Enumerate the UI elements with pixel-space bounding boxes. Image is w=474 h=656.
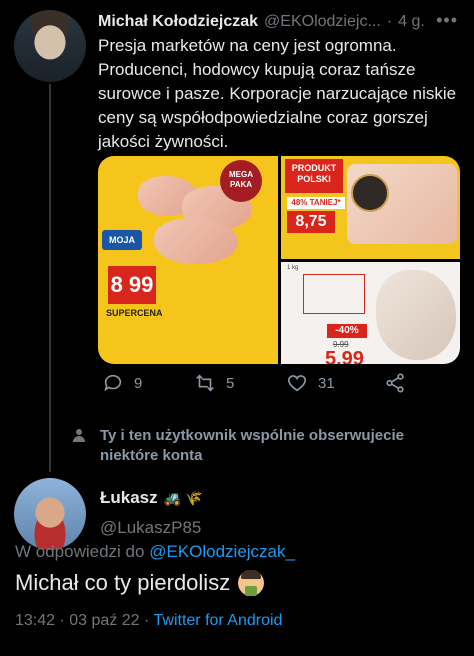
reply-text: Michał co ty pierdolisz	[15, 570, 231, 595]
reply-author-avatar[interactable]	[14, 478, 86, 550]
replying-to-handle[interactable]: @EKOlodziejczak_	[149, 542, 295, 561]
share-button[interactable]	[384, 372, 406, 394]
social-context: Ty i ten użytkownik wspólnie obserwujeci…	[100, 427, 404, 464]
reply-time[interactable]: 13:42	[15, 612, 55, 629]
tweet-text: Presja marketów na ceny jest ogromna. Pr…	[98, 36, 457, 151]
tweet-header: Michał Kołodziejczak @EKOlodziejc... · 4…	[98, 13, 425, 31]
like-count: 31	[318, 374, 335, 392]
chicken-fillet	[154, 218, 238, 264]
discount-tag: 48% TANIEJ*	[287, 197, 345, 209]
weight-label: 1 kg	[287, 265, 299, 271]
person-icon	[73, 429, 85, 442]
tweet-time[interactable]: 4 g.	[398, 13, 425, 31]
heart-icon	[287, 375, 307, 392]
price-box	[303, 274, 365, 314]
media-image-c[interactable]: 1 kg -40% 9.99 5.99	[281, 262, 460, 364]
retweet-icon	[196, 374, 214, 392]
brand-badge: MOJA	[102, 230, 142, 250]
more-options-icon[interactable]: •••	[436, 10, 458, 31]
replying-to: W odpowiedzi do @EKOlodziejczak_	[15, 542, 295, 562]
reply-author-name: Łukasz	[100, 488, 158, 507]
quality-seal	[351, 174, 389, 212]
share-icon	[386, 373, 404, 393]
price-tag: 5.99	[325, 348, 364, 364]
tweet-actions: 9 5 31	[98, 372, 428, 402]
mega-paka-badge: MEGA PAKA	[220, 160, 262, 202]
supercena-label: SUPERCENA	[106, 308, 163, 318]
retweet-count: 5	[226, 374, 235, 392]
chicken-pack	[376, 270, 456, 360]
reply-author[interactable]: Łukasz 🚜 🌾	[100, 488, 202, 508]
reply-text-row: Michał co ty pierdolisz	[15, 570, 265, 596]
media-image-a[interactable]: MEGA PAKA MOJA 8 99 SUPERCENA	[98, 156, 278, 364]
discount-tag: -40%	[327, 324, 367, 338]
thread-line	[49, 84, 51, 472]
author-name[interactable]: Michał Kołodziejczak	[98, 13, 258, 31]
facepalm-emoji-icon	[238, 570, 265, 596]
price-tag: 8 99	[108, 266, 156, 304]
produkt-polski-tag: PRODUKT POLSKI	[285, 159, 343, 193]
retweet-button[interactable]: 5	[194, 372, 234, 394]
client-link[interactable]: Twitter for Android	[154, 612, 283, 629]
reply-author-handle[interactable]: @LukaszP85	[100, 518, 201, 538]
price-tag: 8,75	[287, 211, 335, 233]
media-image-b[interactable]: PRODUKT POLSKI 48% TANIEJ* 8,75	[281, 156, 460, 259]
tweet-media-grid[interactable]: MEGA PAKA MOJA 8 99 SUPERCENA PRODUKT PO…	[98, 156, 460, 364]
author-avatar[interactable]	[14, 10, 86, 82]
reply-button[interactable]: 9	[102, 372, 142, 394]
tweet-meta: 13:42 · 03 paź 22 · Twitter for Android	[15, 612, 282, 630]
like-button[interactable]: 31	[286, 372, 335, 394]
reply-icon	[104, 374, 122, 392]
author-emojis: 🚜 🌾	[163, 489, 203, 506]
meta-dot: ·	[59, 612, 65, 629]
separator-dot: ·	[386, 13, 393, 30]
replying-prefix: W odpowiedzi do	[15, 542, 145, 561]
meta-dot: ·	[144, 612, 150, 629]
reply-date[interactable]: 03 paź 22	[69, 612, 139, 629]
reply-count: 9	[134, 374, 143, 392]
author-handle[interactable]: @EKOlodziejc...	[264, 13, 381, 31]
